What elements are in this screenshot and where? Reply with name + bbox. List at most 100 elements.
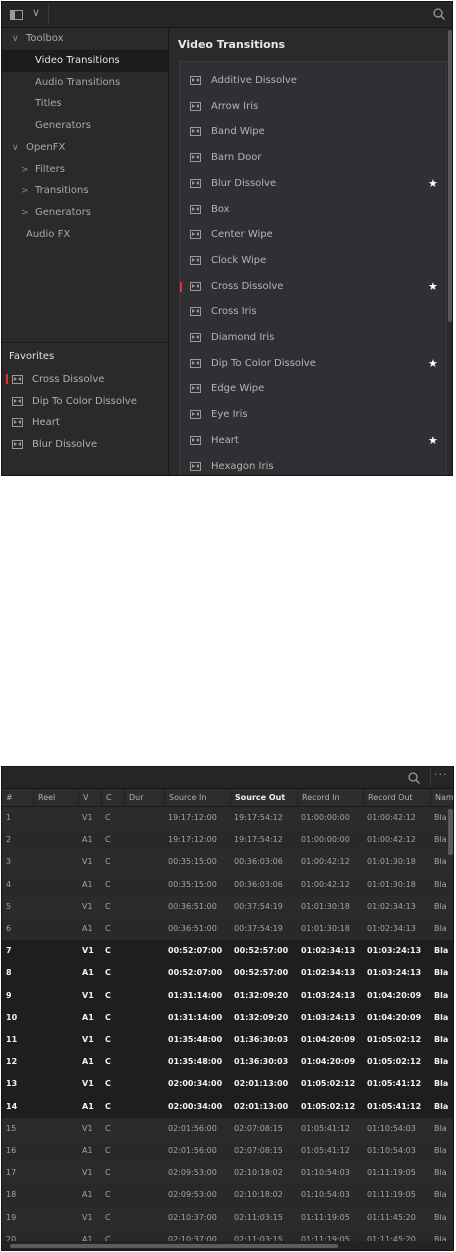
- chevron-right-icon[interactable]: >: [21, 202, 29, 224]
- chevron-down-icon[interactable]: ∨: [12, 137, 19, 159]
- column-header-source-in[interactable]: Source In: [164, 789, 230, 807]
- table-row[interactable]: 11 V1 C 01:35:48:00 01:36:30:03 01:04:20:09 01…: [2, 1029, 453, 1052]
- favorite-item[interactable]: Cross Dissolve: [2, 369, 168, 390]
- table-row[interactable]: 2 A1 C 19:17:12:00 19:17:54:12 01:00:00:00 01:…: [2, 829, 453, 852]
- cell-c: C: [105, 857, 111, 867]
- transition-item[interactable]: Blur Dissolve ★: [180, 171, 446, 197]
- table-row[interactable]: 16 A1 C 02:01:56:00 02:07:08:15 01:05:41:12 01…: [2, 1140, 453, 1163]
- column-header-source-out[interactable]: Source Out: [230, 789, 297, 807]
- transition-item[interactable]: Arrow Iris: [180, 94, 446, 120]
- favorite-item[interactable]: Heart: [2, 412, 168, 433]
- transition-item[interactable]: Diamond Iris: [180, 325, 446, 351]
- tree-item-filters[interactable]: > Filters: [2, 159, 168, 181]
- table-row[interactable]: 19 V1 C 02:10:37:00 02:11:03:15 01:11:19:05 01…: [2, 1206, 453, 1229]
- transition-item[interactable]: Cross Iris: [180, 299, 446, 325]
- favorite-star-icon[interactable]: ★: [428, 171, 438, 197]
- table-row[interactable]: 18 A1 C 02:09:53:00 02:10:18:02 01:10:54:03 01…: [2, 1184, 453, 1207]
- tree-item-generators[interactable]: Generators: [2, 115, 168, 137]
- table-row[interactable]: 7 V1 C 00:52:07:00 00:52:57:00 01:02:34:13 01:…: [2, 940, 453, 963]
- chevron-down-icon[interactable]: ∨: [12, 28, 19, 50]
- panel-layout-button[interactable]: ∨: [6, 6, 48, 24]
- table-row[interactable]: 14 A1 C 02:00:34:00 02:01:13:00 01:05:02:12 01…: [2, 1095, 453, 1118]
- cell-v: V1: [82, 813, 93, 822]
- search-icon[interactable]: [407, 771, 421, 785]
- chevron-right-icon[interactable]: >: [21, 180, 29, 202]
- column-header-[interactable]: #: [2, 789, 33, 807]
- cell-nam: Bla: [434, 1190, 447, 1200]
- cell-number: 14: [6, 1101, 18, 1111]
- transition-item[interactable]: Box: [180, 197, 446, 223]
- effects-toolbar: ∨: [2, 2, 452, 28]
- cell-v: V1: [82, 1035, 94, 1044]
- tree-item-audio-transitions[interactable]: Audio Transitions: [2, 72, 168, 94]
- transition-icon: [190, 307, 201, 317]
- tree-item-audio-fx[interactable]: Audio FX: [2, 224, 168, 246]
- vertical-scrollbar[interactable]: [448, 809, 453, 855]
- chevron-right-icon[interactable]: >: [21, 159, 29, 181]
- table-row[interactable]: 9 V1 C 01:31:14:00 01:32:09:20 01:03:24:13 01:…: [2, 984, 453, 1007]
- tree-item-transitions[interactable]: > Transitions: [2, 180, 168, 202]
- favorite-item[interactable]: Blur Dissolve: [2, 434, 168, 455]
- transition-item[interactable]: Band Wipe: [180, 119, 446, 145]
- table-row[interactable]: 3 V1 C 00:35:15:00 00:36:03:06 01:00:42:12 01:…: [2, 851, 453, 874]
- cell-c: C: [105, 1212, 111, 1222]
- column-header-c[interactable]: C: [101, 789, 124, 807]
- tree-item-video-transitions[interactable]: Video Transitions: [2, 49, 168, 72]
- table-row[interactable]: 10 A1 C 01:31:14:00 01:32:09:20 01:03:24:13 01…: [2, 1006, 453, 1029]
- cell-source-in: 19:17:12:00: [168, 813, 217, 822]
- favorite-star-icon[interactable]: ★: [428, 428, 438, 454]
- tree-item-openfx[interactable]: ∨ OpenFX: [2, 137, 168, 159]
- horizontal-scrollbar[interactable]: [10, 1244, 338, 1248]
- table-row[interactable]: 6 A1 C 00:36:51:00 00:37:54:19 01:01:30:18 01:…: [2, 918, 453, 941]
- transition-item[interactable]: Dip To Color Dissolve ★: [180, 351, 446, 377]
- cell-record-in: 01:05:41:12: [301, 1146, 350, 1155]
- cell-dur: [124, 962, 164, 984]
- cell-v: V1: [82, 946, 94, 956]
- table-row[interactable]: 8 A1 C 00:52:07:00 00:52:57:00 01:02:34:13 01:…: [2, 962, 453, 985]
- table-row[interactable]: 15 V1 C 02:01:56:00 02:07:08:15 01:05:41:12 01…: [2, 1117, 453, 1140]
- cell-source-out: 00:36:03:06: [234, 879, 283, 889]
- tree-item-toolbox[interactable]: ∨ Toolbox: [2, 28, 168, 50]
- transition-item[interactable]: Edge Wipe: [180, 376, 446, 402]
- table-row[interactable]: 1 V1 C 19:17:12:00 19:17:54:12 01:00:00:00 01:…: [2, 807, 453, 830]
- column-header-reel[interactable]: Reel: [33, 789, 78, 807]
- cell-record-in: 01:04:20:09: [301, 1057, 356, 1067]
- transition-item[interactable]: Barn Door: [180, 145, 446, 171]
- transition-item[interactable]: Heart ★: [180, 428, 446, 454]
- column-header-dur[interactable]: Dur: [124, 789, 164, 807]
- more-options-icon[interactable]: ···: [434, 768, 448, 781]
- table-row[interactable]: 17 V1 C 02:09:53:00 02:10:18:02 01:10:54:03 01…: [2, 1162, 453, 1185]
- column-header-nam[interactable]: Nam: [430, 789, 453, 807]
- transition-item[interactable]: Hexagon Iris: [180, 454, 446, 476]
- table-row[interactable]: 13 V1 C 02:00:34:00 02:01:13:00 01:05:02:12 01…: [2, 1073, 453, 1096]
- tree-item-label: Generators: [35, 120, 91, 131]
- transition-item[interactable]: Eye Iris: [180, 402, 446, 428]
- tree-item-label: Video Transitions: [35, 54, 120, 66]
- transition-item[interactable]: Cross Dissolve ★: [180, 274, 446, 300]
- effects-content-pane: Video Transitions Additive Dissolve Arrow…: [169, 28, 452, 476]
- tree-item-generators[interactable]: > Generators: [2, 202, 168, 224]
- transition-glyph: [190, 127, 201, 137]
- content-scrollbar[interactable]: [448, 30, 452, 322]
- transition-item[interactable]: Center Wipe: [180, 222, 446, 248]
- table-row[interactable]: 4 A1 C 00:35:15:00 00:36:03:06 01:00:42:12 01:…: [2, 873, 453, 896]
- tree-item-titles[interactable]: Titles: [2, 93, 168, 115]
- search-icon[interactable]: [432, 7, 446, 21]
- table-row[interactable]: 12 A1 C 01:35:48:00 01:36:30:03 01:04:20:09 01…: [2, 1051, 453, 1074]
- favorite-star-icon[interactable]: ★: [428, 351, 438, 377]
- column-header-v[interactable]: V: [78, 789, 101, 807]
- transition-item[interactable]: Clock Wipe: [180, 248, 446, 274]
- table-row[interactable]: 5 V1 C 00:36:51:00 00:37:54:19 01:01:30:18 01:…: [2, 895, 453, 918]
- column-header-record-in[interactable]: Record In: [297, 789, 363, 807]
- column-header-record-out[interactable]: Record Out: [363, 789, 430, 807]
- chevron-down-icon: ∨: [32, 6, 41, 19]
- favorite-star-icon[interactable]: ★: [428, 274, 438, 300]
- transition-item[interactable]: Additive Dissolve: [180, 68, 446, 94]
- cell-reel: [33, 1096, 78, 1118]
- transition-icon: [190, 255, 201, 265]
- favorite-item[interactable]: Dip To Color Dissolve: [2, 391, 168, 412]
- cell-v: V1: [82, 857, 93, 867]
- transition-label: Hexagon Iris: [211, 460, 274, 472]
- effects-library-panel: ∨ ∨ Toolbox Video Transitions Audio Transit…: [1, 1, 453, 476]
- cell-v: A1: [82, 1057, 94, 1067]
